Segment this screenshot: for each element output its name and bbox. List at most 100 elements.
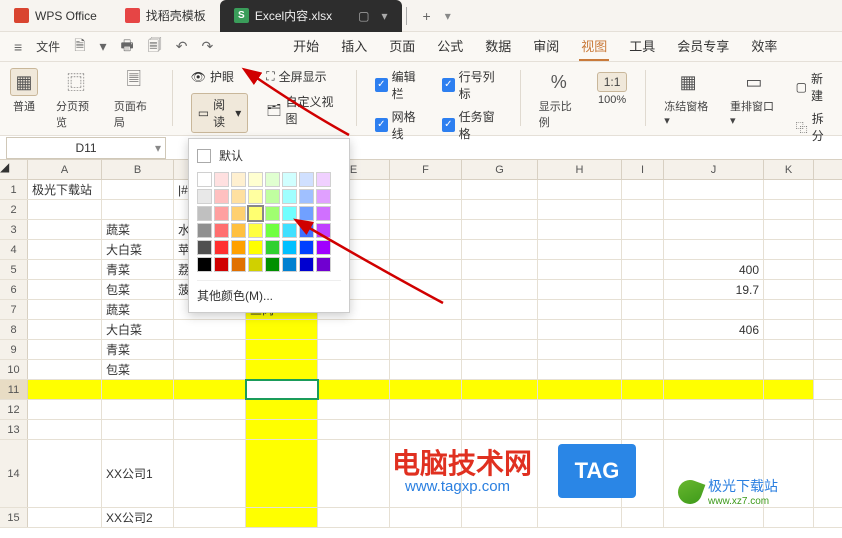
cell[interactable] — [390, 400, 462, 419]
col-header[interactable]: F — [390, 160, 462, 179]
color-swatch[interactable] — [197, 240, 212, 255]
row-header[interactable]: 9 — [0, 340, 28, 359]
tab-view[interactable]: 视图 — [579, 32, 609, 61]
cell[interactable] — [28, 200, 102, 219]
split-button[interactable]: ⿻拆分 — [796, 110, 832, 144]
cell[interactable] — [174, 400, 246, 419]
cell[interactable]: 400 — [664, 260, 764, 279]
cell[interactable] — [764, 400, 814, 419]
cell[interactable] — [538, 260, 622, 279]
color-swatch[interactable] — [265, 189, 280, 204]
cell[interactable] — [246, 320, 318, 339]
col-header[interactable]: H — [538, 160, 622, 179]
cell[interactable] — [764, 508, 814, 527]
row-header[interactable]: 1 — [0, 180, 28, 199]
cell[interactable] — [664, 360, 764, 379]
select-all-corner[interactable]: ◢ — [0, 160, 28, 179]
app-menu-icon[interactable]: ≡ — [8, 35, 28, 59]
row-header[interactable]: 7 — [0, 300, 28, 319]
toggle-task-pane[interactable]: ✓任务窗格 — [442, 108, 502, 142]
cell[interactable] — [28, 280, 102, 299]
cell[interactable] — [664, 200, 764, 219]
cell[interactable] — [664, 180, 764, 199]
cell[interactable] — [28, 320, 102, 339]
cell[interactable] — [538, 240, 622, 259]
color-swatch[interactable] — [214, 223, 229, 238]
cell[interactable] — [462, 300, 538, 319]
color-swatch[interactable] — [197, 189, 212, 204]
undo-icon[interactable]: ↶ — [170, 34, 194, 59]
cell[interactable] — [28, 260, 102, 279]
tab-efficiency[interactable]: 效率 — [749, 32, 779, 61]
color-swatch[interactable] — [231, 257, 246, 272]
col-header[interactable]: B — [102, 160, 174, 179]
color-swatch[interactable] — [248, 257, 263, 272]
view-pagebreak[interactable]: ⿴ 分页预览 — [56, 68, 96, 130]
cell[interactable] — [538, 400, 622, 419]
cell[interactable] — [538, 380, 622, 399]
tab-start[interactable]: 开始 — [291, 32, 321, 61]
color-swatch[interactable] — [265, 240, 280, 255]
cell[interactable] — [764, 300, 814, 319]
new-icon[interactable]: 🗎 — [68, 31, 91, 63]
row-header[interactable]: 12 — [0, 400, 28, 419]
cell[interactable] — [246, 340, 318, 359]
cell[interactable] — [462, 508, 538, 527]
cell[interactable] — [764, 260, 814, 279]
cell[interactable] — [622, 240, 664, 259]
color-swatch[interactable] — [248, 206, 263, 221]
cell[interactable] — [390, 360, 462, 379]
cell[interactable] — [538, 340, 622, 359]
row-header[interactable]: 14 — [0, 440, 28, 507]
tab-formula[interactable]: 公式 — [435, 32, 465, 61]
cell[interactable] — [28, 420, 102, 439]
print-preview-icon[interactable]: 🗐 — [142, 31, 168, 63]
cell[interactable] — [462, 400, 538, 419]
cell[interactable] — [390, 200, 462, 219]
color-swatch[interactable] — [248, 240, 263, 255]
cell[interactable] — [28, 440, 102, 507]
cell[interactable]: 蔬菜 — [102, 220, 174, 239]
color-swatch[interactable] — [282, 240, 297, 255]
tab-page[interactable]: 页面 — [387, 32, 417, 61]
color-swatch[interactable] — [248, 189, 263, 204]
cell[interactable] — [246, 380, 318, 399]
tab-insert[interactable]: 插入 — [339, 32, 369, 61]
color-swatch[interactable] — [299, 172, 314, 187]
cell[interactable] — [538, 360, 622, 379]
cell[interactable] — [462, 200, 538, 219]
cell[interactable] — [664, 220, 764, 239]
cell[interactable] — [664, 420, 764, 439]
tab-review[interactable]: 审阅 — [531, 32, 561, 61]
color-swatch[interactable] — [265, 172, 280, 187]
row-header[interactable]: 2 — [0, 200, 28, 219]
cell[interactable] — [246, 440, 318, 507]
cell[interactable] — [538, 420, 622, 439]
cell[interactable] — [174, 380, 246, 399]
cell[interactable] — [28, 400, 102, 419]
color-swatch[interactable] — [214, 189, 229, 204]
color-swatch[interactable] — [231, 223, 246, 238]
cell[interactable] — [664, 240, 764, 259]
cell[interactable]: 包菜 — [102, 360, 174, 379]
row-header[interactable]: 11 — [0, 380, 28, 399]
cell[interactable] — [622, 380, 664, 399]
cell[interactable] — [622, 280, 664, 299]
color-swatch[interactable] — [231, 172, 246, 187]
cell[interactable] — [462, 360, 538, 379]
cell[interactable] — [622, 300, 664, 319]
row-header[interactable]: 5 — [0, 260, 28, 279]
row-header[interactable]: 10 — [0, 360, 28, 379]
cell[interactable] — [174, 440, 246, 507]
cell[interactable] — [622, 360, 664, 379]
cell[interactable] — [538, 180, 622, 199]
cell[interactable] — [102, 400, 174, 419]
cell[interactable] — [318, 440, 390, 507]
cell[interactable] — [318, 320, 390, 339]
row-header[interactable]: 15 — [0, 508, 28, 527]
cell[interactable] — [28, 220, 102, 239]
row-header[interactable]: 13 — [0, 420, 28, 439]
cell[interactable] — [764, 320, 814, 339]
zoom-100[interactable]: 1:1 100% — [597, 68, 628, 106]
toggle-rowcol-label[interactable]: ✓行号列标 — [442, 68, 502, 102]
